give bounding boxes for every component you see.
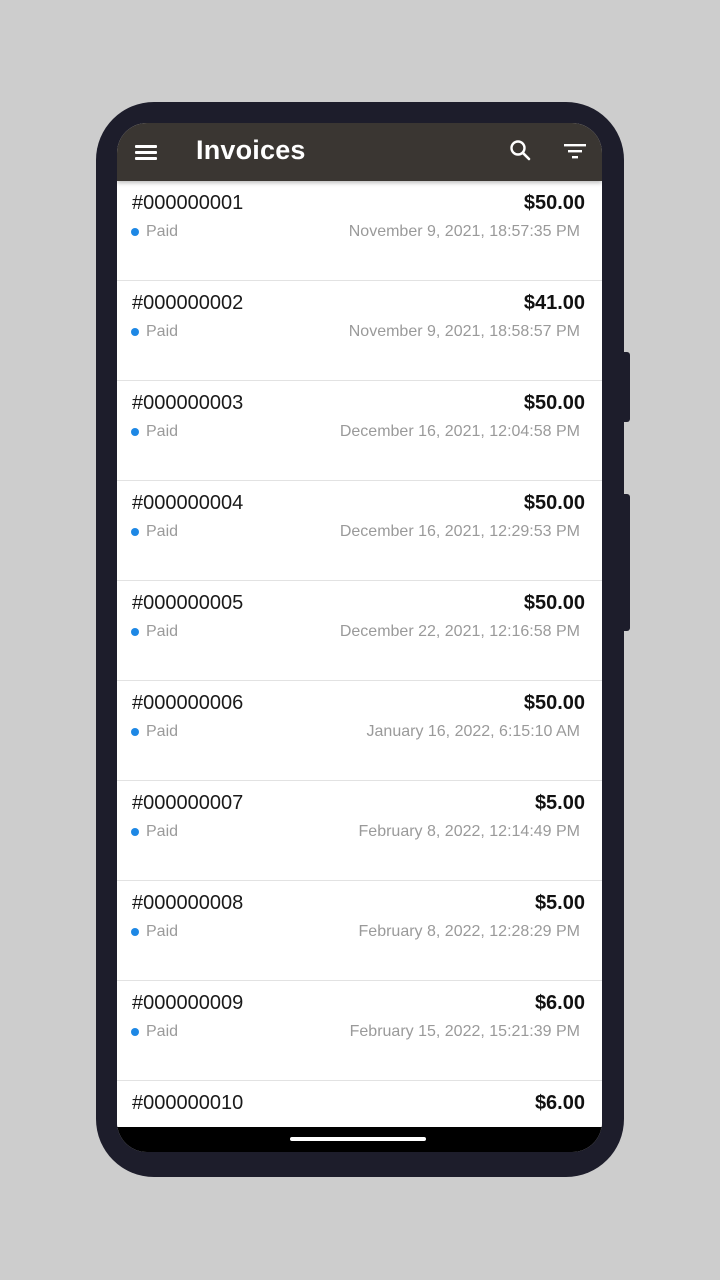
invoice-row[interactable]: #000000007 $5.00 Paid February 8, 2022, 12:…	[117, 781, 602, 881]
invoice-amount: $5.00	[534, 792, 585, 814]
invoice-number: #000000006	[132, 692, 244, 714]
menu-icon[interactable]	[130, 136, 162, 168]
app-screen: Invoices #000000001 $50.00 Paid November 9,…	[117, 123, 602, 1152]
status-badge: Paid	[146, 1023, 179, 1040]
status-dot-icon	[131, 328, 139, 336]
home-indicator[interactable]	[290, 1137, 426, 1141]
invoice-amount: $6.00	[534, 992, 585, 1014]
invoice-amount: $50.00	[523, 392, 585, 414]
invoice-number: #000000003	[132, 392, 244, 414]
status-dot-icon	[131, 228, 139, 236]
status-badge: Paid	[146, 523, 179, 540]
filter-icon[interactable]	[560, 136, 590, 166]
invoice-list[interactable]: #000000001 $50.00 Paid November 9, 2021, 18…	[117, 181, 602, 1127]
search-icon[interactable]	[506, 136, 536, 166]
app-bar: Invoices	[117, 123, 602, 181]
invoice-amount: $50.00	[523, 492, 585, 514]
status-badge: Paid	[146, 423, 179, 440]
invoice-row[interactable]: #000000009 $6.00 Paid February 15, 2022, 15…	[117, 981, 602, 1081]
invoice-date: December 16, 2021, 12:04:58 PM	[339, 423, 580, 440]
status-badge: Paid	[146, 723, 179, 740]
invoice-amount: $50.00	[523, 192, 585, 214]
invoice-date: February 15, 2022, 15:21:39 PM	[349, 1023, 580, 1040]
invoice-row[interactable]: #000000008 $5.00 Paid February 8, 2022, 12:…	[117, 881, 602, 981]
invoice-amount: $6.00	[534, 1092, 585, 1114]
invoice-row[interactable]: #000000003 $50.00 Paid December 16, 2021, 1…	[117, 381, 602, 481]
status-dot-icon	[131, 828, 139, 836]
invoice-number: #000000004	[132, 492, 244, 514]
invoice-number: #000000008	[132, 892, 244, 914]
status-dot-icon	[131, 528, 139, 536]
invoice-amount: $50.00	[523, 592, 585, 614]
status-badge: Paid	[146, 823, 179, 840]
invoice-date: February 8, 2022, 12:14:49 PM	[358, 823, 580, 840]
invoice-row[interactable]: #000000002 $41.00 Paid November 9, 2021, 18…	[117, 281, 602, 381]
invoice-row[interactable]: #000000010 $6.00	[117, 1081, 602, 1127]
invoice-amount: $5.00	[534, 892, 585, 914]
status-dot-icon	[131, 728, 139, 736]
invoice-number: #000000010	[132, 1092, 244, 1114]
invoice-date: November 9, 2021, 18:57:35 PM	[348, 223, 580, 240]
status-badge: Paid	[146, 923, 179, 940]
invoice-amount: $41.00	[523, 292, 585, 314]
invoice-row[interactable]: #000000004 $50.00 Paid December 16, 2021, 1…	[117, 481, 602, 581]
invoice-number: #000000009	[132, 992, 244, 1014]
invoice-date: December 16, 2021, 12:29:53 PM	[339, 523, 580, 540]
invoice-row[interactable]: #000000005 $50.00 Paid December 22, 2021, 1…	[117, 581, 602, 681]
invoice-date: February 8, 2022, 12:28:29 PM	[358, 923, 580, 940]
invoice-row[interactable]: #000000001 $50.00 Paid November 9, 2021, 18…	[117, 181, 602, 281]
system-nav-bar	[117, 1127, 602, 1152]
invoice-amount: $50.00	[523, 692, 585, 714]
status-badge: Paid	[146, 323, 179, 340]
status-badge: Paid	[146, 223, 179, 240]
status-badge: Paid	[146, 623, 179, 640]
invoice-number: #000000005	[132, 592, 244, 614]
invoice-date: January 16, 2022, 6:15:10 AM	[366, 723, 580, 740]
status-dot-icon	[131, 1028, 139, 1036]
status-dot-icon	[131, 628, 139, 636]
invoice-date: December 22, 2021, 12:16:58 PM	[339, 623, 580, 640]
invoice-number: #000000001	[132, 192, 244, 214]
invoice-number: #000000002	[132, 292, 244, 314]
invoice-number: #000000007	[132, 792, 244, 814]
status-dot-icon	[131, 928, 139, 936]
invoice-row[interactable]: #000000006 $50.00 Paid January 16, 2022, 6:…	[117, 681, 602, 781]
invoice-date: November 9, 2021, 18:58:57 PM	[348, 323, 580, 340]
page-title: Invoices	[196, 135, 306, 165]
status-dot-icon	[131, 428, 139, 436]
